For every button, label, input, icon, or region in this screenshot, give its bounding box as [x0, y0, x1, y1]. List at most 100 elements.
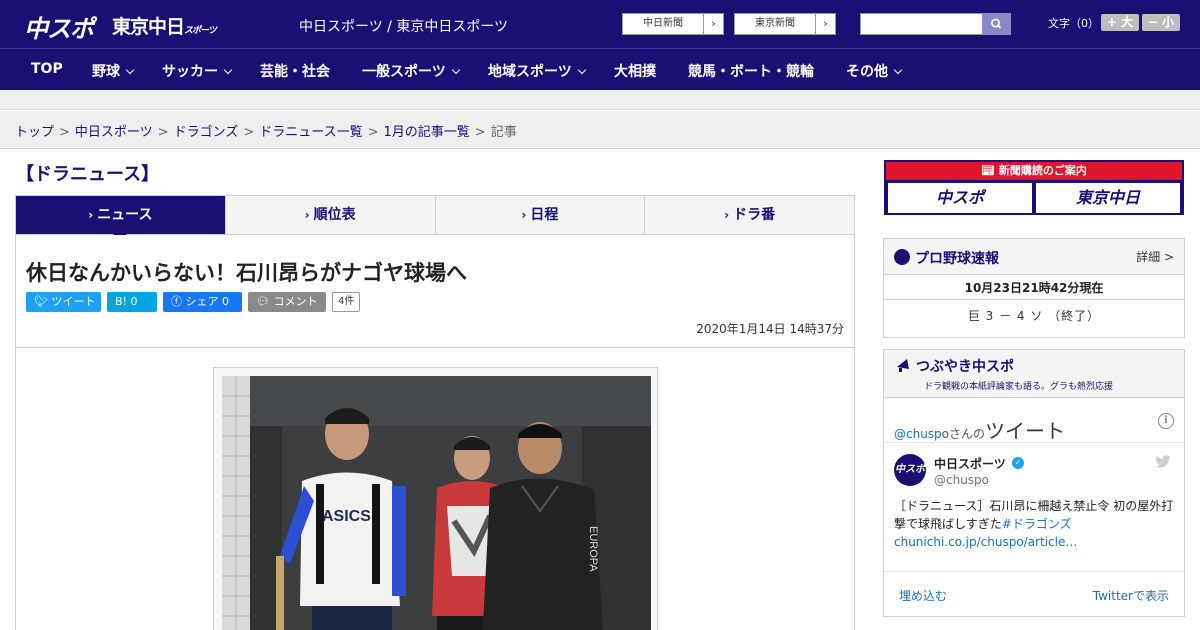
chevron-right-icon: ›: [703, 14, 723, 34]
tweet-button[interactable]: 🐦︎ ツイート: [26, 292, 101, 312]
nav-sumo[interactable]: 大相撲: [614, 61, 656, 81]
twitter-header: つぶやき中スポ ドラ観戦の本紙評論家も語る。グラも熱烈応援: [884, 350, 1184, 398]
tweet-author-name[interactable]: 中日スポーツ: [934, 455, 1006, 472]
subscribe-chuspo[interactable]: 中スポ: [888, 183, 1032, 213]
nav-baseball[interactable]: 野球: [92, 61, 135, 81]
comment-button[interactable]: 💬︎ コメント: [248, 292, 326, 312]
nav-label: 一般スポーツ: [362, 64, 446, 80]
twitter-bird-icon[interactable]: [1154, 455, 1172, 469]
twitter-title: つぶやき中スポ: [916, 359, 1014, 375]
tab-label: ドラ番: [733, 207, 776, 223]
divider: [884, 442, 1184, 443]
pro-baseball-title: プロ野球速報: [915, 251, 999, 267]
game-score[interactable]: 巨 3 － 4 ソ （終了）: [884, 307, 1184, 324]
baseball-icon: [894, 249, 910, 265]
nav-label: TOP: [31, 61, 63, 77]
nav-label: 芸能・社会: [260, 64, 330, 80]
nav-other[interactable]: その他: [846, 61, 903, 81]
newspaper-icon: 📰︎: [981, 164, 996, 177]
chunichi-shimbun-label: 中日新聞: [643, 18, 683, 29]
breadcrumb-january-list[interactable]: 1月の記事一覧: [384, 125, 470, 140]
tab-dora-ban[interactable]: › ドラ番: [645, 196, 854, 234]
tweet-hashtag[interactable]: #ドラゴンズ: [1002, 517, 1072, 531]
chevron-down-icon: [577, 65, 586, 75]
tab-standings[interactable]: › 順位表: [226, 196, 436, 234]
view-on-twitter-link[interactable]: Twitterで表示: [1093, 587, 1169, 604]
search-button[interactable]: [982, 13, 1011, 35]
nav-label: その他: [846, 64, 888, 80]
nav-general-sports[interactable]: 一般スポーツ: [362, 61, 460, 81]
font-larger-button[interactable]: + 大: [1101, 14, 1139, 31]
search-input[interactable]: [860, 13, 983, 35]
tweets-by-suffix: さんの: [949, 427, 986, 441]
tokyo-shimbun-button[interactable]: 東京新聞 ›: [734, 13, 836, 35]
divider: [884, 571, 1184, 572]
chuspo-logo[interactable]: 中スポ: [24, 9, 94, 44]
section-title: 【ドラニュース】: [16, 164, 160, 185]
chevron-down-icon: [893, 65, 903, 75]
nav-top[interactable]: TOP: [31, 61, 63, 77]
breadcrumb-top[interactable]: トップ: [15, 125, 54, 140]
nav-label: 地域スポーツ: [488, 64, 572, 80]
verified-badge-icon: ✓: [1012, 457, 1024, 469]
article-photo[interactable]: ASICS EUROPA: [222, 376, 651, 630]
global-nav: TOP 野球 サッカー 芸能・社会 一般スポーツ 地域スポーツ 大相撲 競馬・ボ…: [0, 48, 1200, 90]
nav-entertainment[interactable]: 芸能・社会: [260, 61, 330, 81]
facebook-share-label: シェア 0: [185, 295, 230, 308]
tweet-label: ツイート: [51, 295, 96, 308]
tab-label: 順位表: [313, 207, 356, 223]
pro-baseball-panel: プロ野球速報 詳細 > 10月23日21時42分現在 巨 3 － 4 ソ （終了…: [883, 238, 1185, 338]
chevron-down-icon: [451, 65, 460, 75]
subscription-banner[interactable]: 📰︎ 新聞購読のご案内 中スポ 東京中日: [884, 160, 1184, 215]
nav-label: サッカー: [162, 64, 218, 80]
tweets-by-heading[interactable]: @chuspoさんのツイート: [894, 415, 1065, 444]
font-smaller-button[interactable]: − 小: [1142, 14, 1180, 31]
article-photo-frame: ASICS EUROPA: [213, 367, 658, 630]
site-header: 中スポ 東京中日スポーツ 中日スポーツ / 東京中日スポーツ 中日新聞 › 東京…: [0, 0, 1200, 48]
tweets-by-user: @chuspo: [894, 427, 950, 441]
info-icon[interactable]: i: [1158, 413, 1174, 429]
avatar[interactable]: 中スポ: [894, 454, 926, 486]
article: 休日なんかいらない！石川昂らがナゴヤ球場へ 🐦︎ ツイート B! 0 ⓕ シェア…: [15, 235, 855, 630]
header-spacer-band: [0, 90, 1200, 110]
article-date: 2020年1月14日 14時37分: [696, 322, 844, 336]
chevron-right-icon: ›: [88, 208, 94, 222]
facebook-share-button[interactable]: ⓕ シェア 0: [163, 292, 242, 312]
embed-link[interactable]: 埋め込む: [899, 587, 947, 604]
detail-link[interactable]: 詳細 >: [1136, 248, 1174, 265]
breadcrumb-dragons[interactable]: ドラゴンズ: [174, 125, 239, 140]
comment-label: コメント: [273, 295, 318, 308]
tweet-author-handle[interactable]: @chuspo: [934, 473, 989, 487]
section-tabs: › ニュース › 順位表 › 日程 › ドラ番: [15, 195, 855, 241]
pro-baseball-header: プロ野球速報 詳細 >: [884, 239, 1184, 275]
tab-schedule[interactable]: › 日程: [436, 196, 646, 234]
chevron-right-icon: ›: [521, 208, 527, 222]
font-size-label: 文字（0）: [1048, 17, 1099, 30]
comment-icon: 💬︎: [256, 295, 270, 308]
hatena-bookmark-button[interactable]: B! 0: [107, 292, 157, 312]
nav-label: 競馬・ボート・競輪: [688, 64, 814, 80]
nav-local-sports[interactable]: 地域スポーツ: [488, 61, 586, 81]
tokyo-chunichi-logo-sub: スポーツ: [184, 26, 217, 36]
breadcrumb-chuspo[interactable]: 中日スポーツ: [75, 125, 153, 140]
tab-news[interactable]: › ニュース: [16, 196, 226, 241]
article-headline: 休日なんかいらない！石川昂らがナゴヤ球場へ: [26, 261, 467, 285]
site-title[interactable]: 中日スポーツ / 東京中日スポーツ: [299, 16, 508, 36]
players-walking-photo: ASICS EUROPA: [222, 376, 651, 630]
tweet-link[interactable]: chunichi.co.jp/chuspo/article…: [894, 535, 1077, 549]
chevron-right-icon: ›: [724, 208, 730, 222]
tweets-by-label: ツイート: [985, 419, 1066, 443]
breadcrumb-dora-news-list[interactable]: ドラニュース一覧: [259, 125, 362, 140]
chunichi-shimbun-button[interactable]: 中日新聞 ›: [622, 13, 724, 35]
score-timestamp: 10月23日21時42分現在: [884, 276, 1184, 300]
tokyo-chunichi-logo[interactable]: 東京中日スポーツ: [112, 12, 217, 39]
tab-label: 日程: [530, 207, 559, 223]
chevron-right-icon: ›: [815, 14, 835, 34]
nav-racing[interactable]: 競馬・ボート・競輪: [688, 61, 814, 81]
twitter-subtitle: ドラ観戦の本紙評論家も語る。グラも熱烈応援: [924, 382, 1114, 392]
tokyo-shimbun-label: 東京新聞: [755, 18, 795, 29]
comment-count-badge[interactable]: 4件: [332, 292, 361, 312]
nav-soccer[interactable]: サッカー: [162, 61, 233, 81]
subscribe-tokyo-chunichi[interactable]: 東京中日: [1036, 183, 1180, 213]
facebook-icon: ⓕ: [171, 295, 182, 308]
